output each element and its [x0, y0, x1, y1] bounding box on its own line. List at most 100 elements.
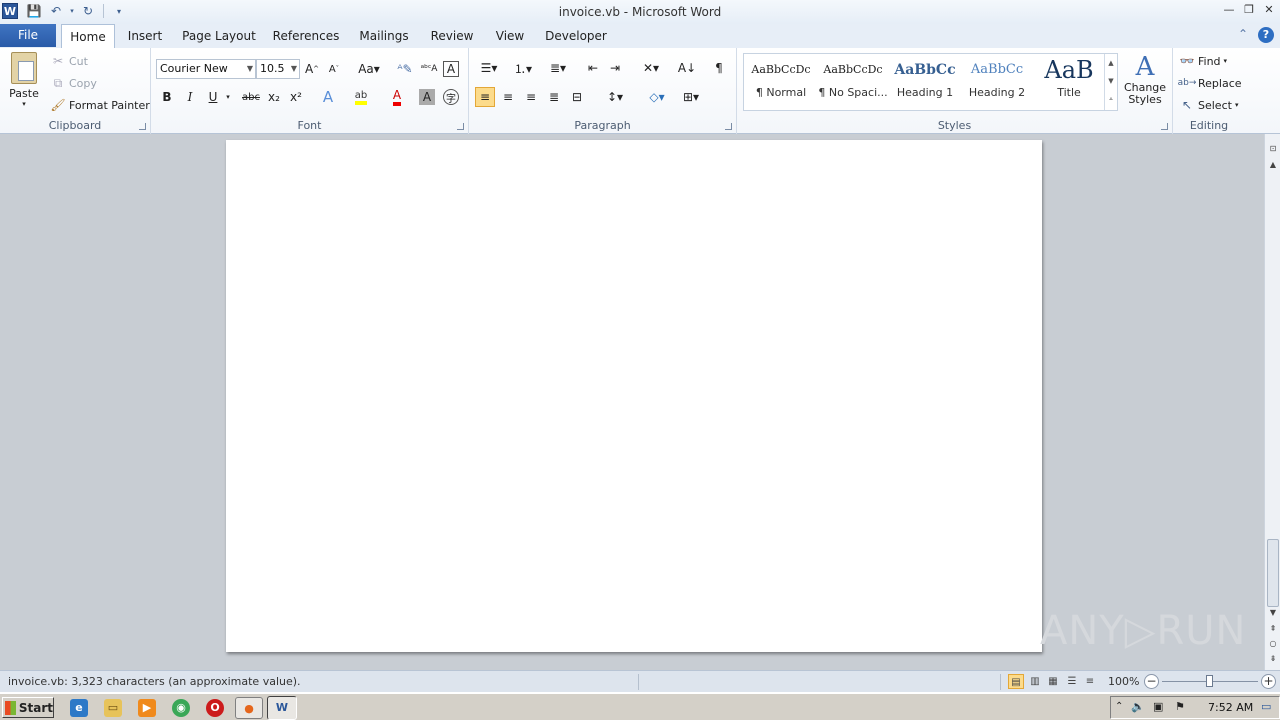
text-effects-icon[interactable]: A: [318, 87, 338, 107]
word-taskbar-icon[interactable]: W: [267, 696, 297, 720]
increase-indent-icon[interactable]: ⇥: [605, 58, 625, 78]
font-launcher-icon[interactable]: [457, 123, 464, 130]
replace-button[interactable]: ab→ Replace: [1178, 75, 1242, 91]
font-size-field[interactable]: 10.5 ▼: [256, 59, 300, 79]
select-button[interactable]: ↖ Select ▾: [1179, 97, 1238, 113]
browse-object-icon[interactable]: ○: [1265, 637, 1280, 651]
zoom-in-icon[interactable]: +: [1261, 674, 1276, 689]
italic-button[interactable]: I: [180, 87, 200, 107]
align-right-button[interactable]: ≡: [521, 87, 541, 107]
full-screen-reading-icon[interactable]: ▥: [1027, 674, 1043, 689]
tab-references[interactable]: References: [272, 24, 340, 48]
tab-view[interactable]: View: [492, 24, 528, 48]
style-title[interactable]: AaB Title: [1034, 54, 1104, 110]
ruler-toggle-icon[interactable]: ⊡: [1265, 142, 1280, 156]
tab-home[interactable]: Home: [61, 24, 115, 48]
underline-button[interactable]: U: [203, 87, 223, 107]
enclose-characters-icon[interactable]: 字: [443, 89, 459, 105]
ie-icon[interactable]: e: [70, 699, 88, 717]
show-desktop-icon[interactable]: ▭: [1261, 700, 1271, 713]
shrink-font-icon[interactable]: Aˇ: [324, 59, 344, 79]
tab-page-layout[interactable]: Page Layout: [182, 24, 256, 48]
previous-page-icon[interactable]: ⇞: [1265, 622, 1280, 636]
asian-layout-icon[interactable]: ✕▾: [637, 58, 665, 78]
strikethrough-button[interactable]: abc: [239, 87, 263, 107]
highlight-color-icon[interactable]: ab: [351, 87, 371, 107]
cut-button[interactable]: ✂ Cut: [50, 53, 88, 69]
borders-icon[interactable]: ⊞▾: [677, 87, 705, 107]
phonetic-guide-icon[interactable]: ᵃᵇᶜA: [419, 59, 439, 79]
explorer-folder-icon[interactable]: ▭: [104, 699, 122, 717]
distributed-button[interactable]: ⊟: [567, 87, 587, 107]
character-shading-icon[interactable]: A: [419, 89, 435, 105]
font-name-dropdown-icon[interactable]: ▼: [247, 60, 253, 78]
font-name-field[interactable]: Courier New ▼: [156, 59, 256, 79]
style-heading-1[interactable]: AaBbCc Heading 1: [890, 54, 960, 110]
align-left-button[interactable]: ≡: [475, 87, 495, 107]
find-button[interactable]: 👓 Find ▾: [1179, 53, 1228, 69]
character-border-icon[interactable]: A: [443, 61, 459, 77]
style-normal[interactable]: AaBbCcDc ¶ Normal: [746, 54, 816, 110]
change-styles-button[interactable]: A Change Styles: [1122, 52, 1168, 106]
media-player-icon[interactable]: ▶: [138, 699, 156, 717]
document-page[interactable]: [226, 140, 1042, 652]
bullets-icon[interactable]: ☰▾: [475, 58, 503, 78]
tab-insert[interactable]: Insert: [124, 24, 166, 48]
format-painter-button[interactable]: 🖌 Format Painter: [50, 97, 149, 113]
tab-mailings[interactable]: Mailings: [356, 24, 412, 48]
line-spacing-icon[interactable]: ↕▾: [601, 87, 629, 107]
styles-up-icon[interactable]: ▲: [1105, 54, 1117, 72]
firefox-icon[interactable]: ●: [235, 697, 263, 719]
restore-icon[interactable]: ❐: [1242, 2, 1256, 16]
start-button[interactable]: Start: [2, 697, 54, 718]
close-icon[interactable]: ✕: [1262, 2, 1276, 16]
decrease-indent-icon[interactable]: ⇤: [583, 58, 603, 78]
minimize-ribbon-icon[interactable]: ⌃: [1238, 27, 1248, 43]
volume-icon[interactable]: 🔈: [1131, 700, 1145, 713]
network-icon[interactable]: ▣: [1153, 700, 1163, 713]
style-no-spacing[interactable]: AaBbCcDc ¶ No Spaci...: [818, 54, 888, 110]
styles-launcher-icon[interactable]: [1161, 123, 1168, 130]
zoom-slider-thumb[interactable]: [1206, 675, 1213, 687]
show-hide-marks-icon[interactable]: ¶: [709, 58, 729, 78]
help-icon[interactable]: ?: [1258, 27, 1274, 43]
styles-down-icon[interactable]: ▼: [1105, 72, 1117, 90]
font-color-icon[interactable]: A: [387, 87, 407, 107]
minimize-icon[interactable]: —: [1222, 2, 1236, 16]
print-layout-view-icon[interactable]: ▤: [1008, 674, 1024, 689]
tab-file[interactable]: File: [0, 24, 56, 47]
numbering-icon[interactable]: ⒈▾: [509, 58, 537, 78]
zoom-level[interactable]: 100%: [1108, 675, 1139, 688]
subscript-button[interactable]: x₂: [264, 87, 284, 107]
next-page-icon[interactable]: ⇟: [1265, 652, 1280, 666]
scroll-down-icon[interactable]: ▼: [1265, 606, 1280, 620]
tab-review[interactable]: Review: [428, 24, 476, 48]
multilevel-list-icon[interactable]: ≣▾: [543, 58, 573, 78]
align-center-button[interactable]: ≡: [498, 87, 518, 107]
font-size-dropdown-icon[interactable]: ▼: [291, 60, 297, 78]
web-layout-icon[interactable]: ▦: [1045, 674, 1061, 689]
chrome-icon[interactable]: ◉: [172, 699, 190, 717]
clear-formatting-icon[interactable]: ᴬ✎: [395, 59, 415, 79]
styles-gallery-scroll[interactable]: ▲ ▼ ⩡: [1104, 54, 1117, 110]
outline-view-icon[interactable]: ☰: [1064, 674, 1080, 689]
copy-button[interactable]: ⧉ Copy: [50, 75, 97, 91]
sort-icon[interactable]: A↓: [677, 58, 697, 78]
grow-font-icon[interactable]: A ^: [302, 59, 322, 79]
tray-expand-icon[interactable]: ⌃: [1115, 701, 1123, 712]
draft-view-icon[interactable]: ≡: [1082, 674, 1098, 689]
underline-dropdown-icon[interactable]: ▾: [223, 87, 233, 107]
superscript-button[interactable]: x²: [286, 87, 306, 107]
zoom-out-icon[interactable]: −: [1144, 674, 1159, 689]
paste-button[interactable]: Paste ▾: [6, 52, 42, 108]
change-case-icon[interactable]: Aa▾: [356, 59, 382, 79]
bold-button[interactable]: B: [157, 87, 177, 107]
scroll-up-icon[interactable]: ▲: [1265, 158, 1280, 172]
tab-developer[interactable]: Developer: [544, 24, 608, 48]
opera-icon[interactable]: O: [206, 699, 224, 717]
style-heading-2[interactable]: AaBbCc Heading 2: [962, 54, 1032, 110]
paragraph-launcher-icon[interactable]: [725, 123, 732, 130]
styles-more-icon[interactable]: ⩡: [1105, 90, 1117, 108]
clipboard-launcher-icon[interactable]: [139, 123, 146, 130]
vertical-scrollbar[interactable]: ⊡ ▲ ▼ ⇞ ○ ⇟: [1264, 134, 1280, 670]
